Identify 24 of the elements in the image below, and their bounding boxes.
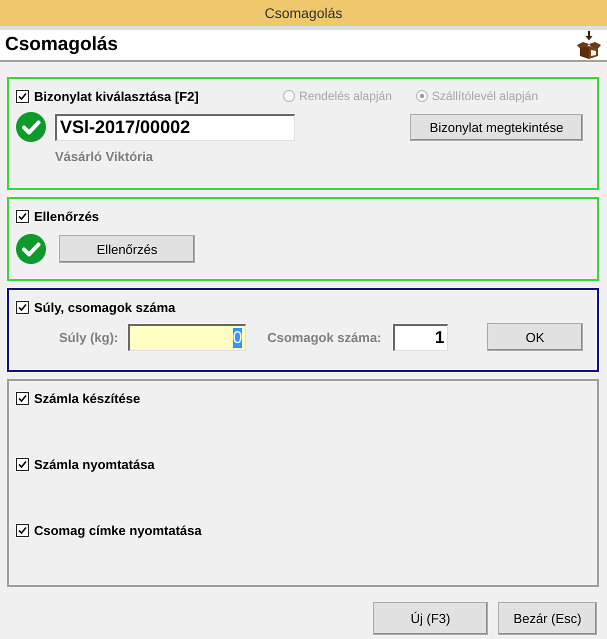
package-count-label: Csomagok száma:	[267, 330, 382, 344]
checkbox-label: Bizonylat kiválasztása [F2]	[34, 88, 199, 104]
window-title: Csomagolás	[264, 5, 342, 21]
close-button[interactable]: Bezár (Esc)	[498, 602, 597, 635]
ok-button[interactable]: OK	[487, 323, 583, 351]
weight-label: Súly (kg):	[59, 330, 118, 344]
checkbox[interactable]	[16, 300, 29, 314]
checkbox[interactable]	[16, 392, 29, 404]
checkbox[interactable]	[16, 210, 29, 222]
view-document-button[interactable]: Bizonylat megtekintése	[410, 114, 583, 140]
checkbox[interactable]	[16, 458, 29, 470]
checkbox-label: Számla készítése	[34, 390, 140, 406]
checkbox[interactable]	[16, 90, 29, 102]
checkbox-label: Csomag címke nyomtatása	[34, 522, 202, 538]
check-button[interactable]: Ellenőrzés	[59, 235, 195, 263]
checkbox-label: Ellenőrzés	[34, 208, 100, 224]
new-button[interactable]: Új (F3)	[373, 602, 488, 635]
checkbox-label: Számla nyomtatása	[34, 456, 155, 472]
page-title: Csomagolás	[5, 34, 118, 56]
checkbox-label: Súly, csomagok száma	[34, 300, 176, 314]
document-number-field[interactable]: VSl-2017/00002	[55, 114, 295, 140]
checkbox[interactable]	[16, 524, 29, 536]
customer-name: Vásárló Viktória	[55, 149, 154, 164]
package-count-field[interactable]: 1	[393, 324, 448, 350]
